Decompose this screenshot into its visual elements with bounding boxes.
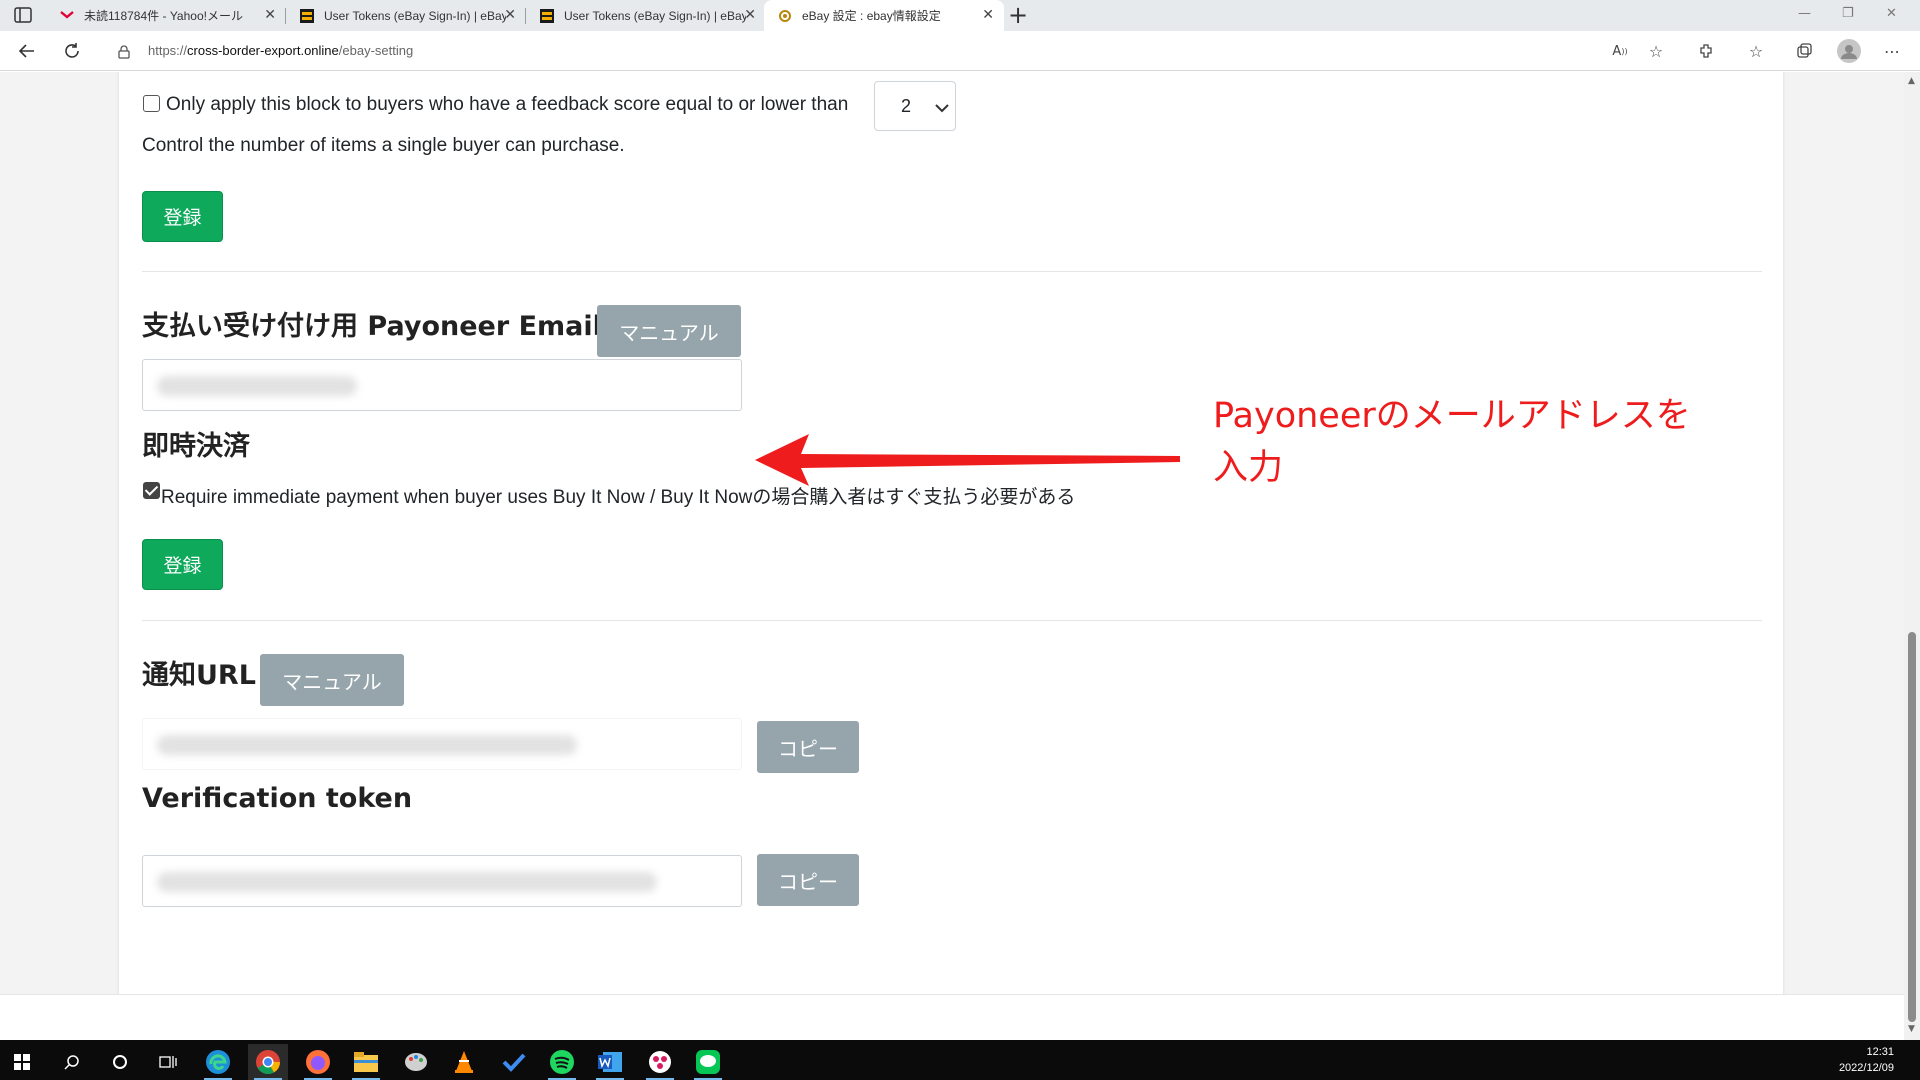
immediate-payment-heading: 即時決済 xyxy=(142,431,250,462)
lock-icon[interactable] xyxy=(118,44,130,63)
yahoo-mail-icon xyxy=(60,9,74,23)
app-icon[interactable] xyxy=(640,1044,680,1080)
blurred-value xyxy=(157,376,357,396)
page-footer xyxy=(0,994,1904,1040)
task-view-icon[interactable] xyxy=(148,1044,188,1080)
copy-verification-token-button[interactable]: コピー xyxy=(757,854,859,906)
payoneer-manual-button[interactable]: マニュアル xyxy=(597,305,741,357)
clock-date: 2022/12/09 xyxy=(1838,1062,1894,1074)
tab-user-tokens-1[interactable]: User Tokens (eBay Sign-In) | eBay ✕ xyxy=(286,0,526,31)
word-icon[interactable] xyxy=(590,1044,630,1080)
vlc-icon[interactable] xyxy=(444,1044,484,1080)
more-menu-icon[interactable]: ⋯ xyxy=(1882,41,1902,61)
annotation-arrow xyxy=(755,434,1180,486)
line-icon[interactable] xyxy=(688,1044,728,1080)
chevron-down-icon xyxy=(935,98,949,117)
tab-title: eBay 設定 : ebay情報設定 xyxy=(802,9,941,23)
notification-url-input[interactable] xyxy=(142,718,742,770)
feedback-score-select[interactable]: 2 xyxy=(874,81,956,131)
payoneer-heading: 支払い受け付け用 Payoneer Email xyxy=(142,311,602,342)
tab-close-icon[interactable]: ✕ xyxy=(744,8,756,22)
scroll-up-icon[interactable]: ▲ xyxy=(1908,76,1915,86)
feedback-block-label: Only apply this block to buyers who have… xyxy=(166,94,849,115)
tab-title: User Tokens (eBay Sign-In) | eBay xyxy=(324,8,506,23)
search-icon[interactable] xyxy=(52,1044,92,1080)
chrome-icon[interactable] xyxy=(248,1044,288,1080)
file-explorer-icon[interactable] xyxy=(346,1044,386,1080)
tab-close-icon[interactable]: ✕ xyxy=(264,8,276,22)
ebay-dev-icon xyxy=(540,8,554,23)
feedback-block-checkbox[interactable] xyxy=(143,95,160,112)
immediate-payment-checkbox[interactable] xyxy=(143,482,160,499)
new-tab-button[interactable]: + xyxy=(1008,3,1028,27)
edge-icon[interactable] xyxy=(198,1044,238,1080)
scroll-down-icon[interactable]: ▼ xyxy=(1908,1024,1915,1034)
windows-start-icon[interactable] xyxy=(2,1044,42,1080)
verification-token-input[interactable] xyxy=(142,855,742,907)
profile-avatar[interactable] xyxy=(1836,38,1862,64)
submit-blocker-button[interactable]: 登録 xyxy=(142,191,223,242)
blurred-value xyxy=(157,735,577,755)
tab-close-icon[interactable]: ✕ xyxy=(504,8,516,22)
annotation-line-2: 入力 xyxy=(1213,448,1284,488)
clock-time: 12:31 xyxy=(1866,1046,1894,1058)
immediate-payment-label: Require immediate payment when buyer use… xyxy=(161,487,1076,508)
browser-tab-strip: 未読118784件 - Yahoo!メール ✕ User Tokens (eBa… xyxy=(0,0,1920,31)
refresh-button[interactable] xyxy=(60,39,84,63)
ebay-dev-icon xyxy=(300,8,314,23)
spotify-icon[interactable] xyxy=(542,1044,582,1080)
url-text: https://cross-border-export.online/ebay-… xyxy=(148,43,414,58)
tab-ebay-settings[interactable]: eBay 設定 : ebay情報設定 ✕ xyxy=(764,0,1004,31)
tab-user-tokens-2[interactable]: User Tokens (eBay Sign-In) | eBay ✕ xyxy=(526,0,766,31)
copy-notification-url-button[interactable]: コピー xyxy=(757,721,859,773)
cortana-icon[interactable] xyxy=(100,1044,140,1080)
divider xyxy=(142,620,1762,621)
back-button[interactable] xyxy=(15,39,39,63)
tab-actions-icon[interactable] xyxy=(14,7,34,25)
purchase-limit-text: Control the number of items a single buy… xyxy=(142,135,625,156)
tab-close-icon[interactable]: ✕ xyxy=(982,8,994,22)
restore-icon[interactable]: ❐ xyxy=(1842,6,1854,21)
minimize-icon[interactable]: — xyxy=(1798,6,1811,21)
read-aloud-icon[interactable]: A)) xyxy=(1610,41,1630,61)
feedback-score-value: 2 xyxy=(901,96,912,116)
payoneer-email-input[interactable] xyxy=(142,359,742,411)
scroll-thumb[interactable] xyxy=(1908,632,1916,1022)
blurred-value xyxy=(157,872,657,892)
paint-icon[interactable] xyxy=(396,1044,436,1080)
system-clock[interactable]: 12:31 2022/12/09 xyxy=(1839,1044,1894,1076)
verification-token-heading: Verification token xyxy=(142,783,413,814)
divider xyxy=(142,271,1762,272)
submit-payment-button[interactable]: 登録 xyxy=(142,539,223,590)
todo-icon[interactable] xyxy=(494,1044,534,1080)
collections-icon[interactable] xyxy=(1794,41,1814,61)
address-bar[interactable]: https://cross-border-export.online/ebay-… xyxy=(102,35,1654,67)
tab-title: User Tokens (eBay Sign-In) | eBay xyxy=(564,8,746,23)
tab-yahoo-mail[interactable]: 未読118784件 - Yahoo!メール ✕ xyxy=(46,0,286,31)
browser-toolbar: https://cross-border-export.online/ebay-… xyxy=(0,31,1920,71)
site-favicon xyxy=(778,9,792,23)
annotation-text: Payoneerのメールアドレスを 入力 xyxy=(1213,390,1733,494)
notification-manual-button[interactable]: マニュアル xyxy=(260,654,404,706)
page-scrollbar[interactable]: ▲ ▼ xyxy=(1904,72,1920,1040)
tab-title: 未読118784件 - Yahoo!メール xyxy=(84,9,243,23)
favorites-icon[interactable]: ☆ xyxy=(1746,41,1766,61)
annotation-line-1: Payoneerのメールアドレスを xyxy=(1213,396,1691,436)
firefox-icon[interactable] xyxy=(298,1044,338,1080)
extensions-icon[interactable] xyxy=(1696,41,1716,61)
notification-url-heading: 通知URL xyxy=(142,660,256,691)
windows-taskbar: 12:31 2022/12/09 xyxy=(0,1040,1920,1080)
close-window-icon[interactable]: ✕ xyxy=(1886,6,1897,21)
favorites-add-icon[interactable]: ☆ xyxy=(1646,41,1666,61)
page-content: Only apply this block to buyers who have… xyxy=(0,72,1904,1040)
